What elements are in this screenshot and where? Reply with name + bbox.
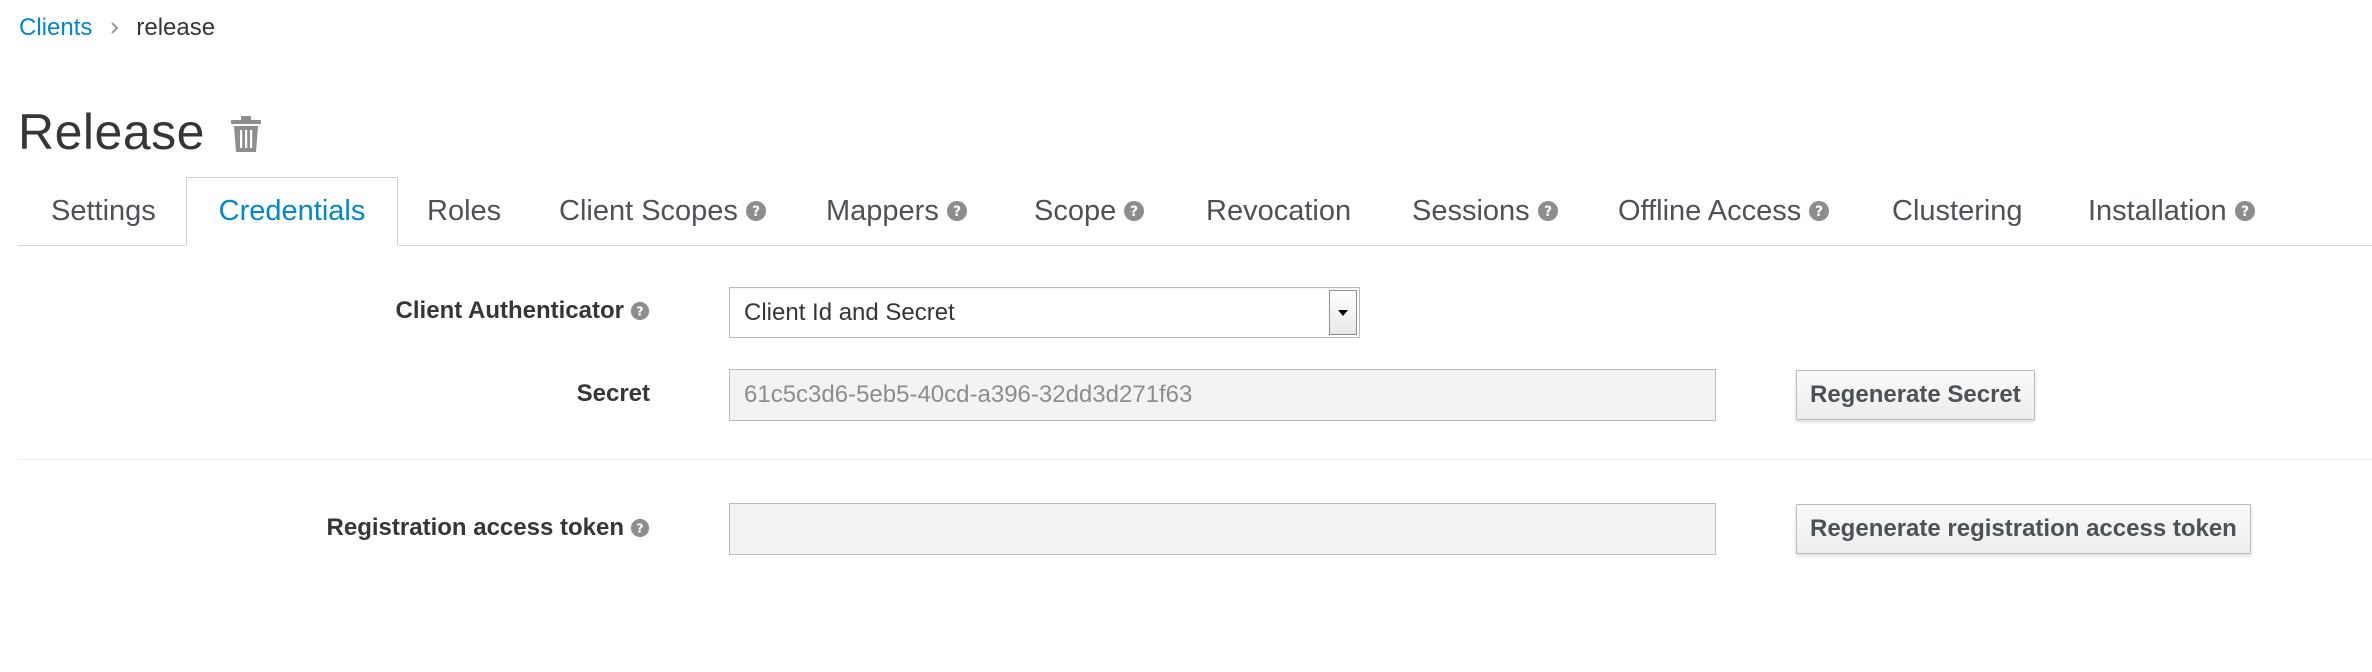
tab-bar: Settings Credentials Roles Client Scopes… bbox=[18, 177, 2372, 246]
question-circle-icon[interactable]: ? bbox=[1808, 200, 1830, 222]
trash-icon[interactable] bbox=[230, 115, 261, 153]
regenerate-secret-label: Regenerate Secret bbox=[1810, 381, 2021, 408]
tab-label: Mappers bbox=[826, 194, 939, 227]
tab-client-scopes[interactable]: Client Scopes ? bbox=[559, 177, 767, 245]
chevron-right-icon bbox=[110, 21, 120, 35]
tab-label: Roles bbox=[427, 194, 502, 227]
tab-settings[interactable]: Settings bbox=[51, 177, 156, 245]
client-authenticator-label-text: Client Authenticator bbox=[395, 297, 624, 324]
tab-installation[interactable]: Installation ? bbox=[2088, 177, 2256, 245]
question-circle-icon[interactable]: ? bbox=[946, 200, 968, 222]
svg-text:?: ? bbox=[752, 204, 760, 220]
secret-input[interactable]: 61c5c3d6-5eb5-40cd-a396-32dd3d271f63 bbox=[729, 369, 1716, 421]
breadcrumb-current: release bbox=[136, 14, 216, 41]
page-title: Release bbox=[18, 104, 205, 160]
client-authenticator-label: Client Authenticator ? bbox=[396, 297, 650, 325]
tab-roles[interactable]: Roles bbox=[427, 177, 501, 245]
registration-access-token-label: Registration access token ? bbox=[327, 514, 650, 542]
regenerate-secret-button[interactable]: Regenerate Secret bbox=[1796, 370, 2035, 420]
svg-text:?: ? bbox=[953, 204, 961, 220]
question-circle-icon[interactable]: ? bbox=[1123, 200, 1145, 222]
tab-label: Revocation bbox=[1206, 194, 1352, 227]
tab-sessions[interactable]: Sessions ? bbox=[1412, 177, 1559, 245]
svg-text:?: ? bbox=[636, 304, 643, 319]
page-header: Release bbox=[18, 100, 261, 164]
question-circle-icon[interactable]: ? bbox=[2234, 200, 2256, 222]
question-circle-icon[interactable]: ? bbox=[630, 301, 650, 321]
tab-label: Credentials bbox=[218, 195, 366, 227]
svg-text:?: ? bbox=[1815, 204, 1823, 220]
question-circle-icon[interactable]: ? bbox=[630, 518, 650, 538]
tab-mappers[interactable]: Mappers ? bbox=[826, 177, 968, 245]
secret-label: Secret bbox=[577, 380, 650, 408]
tab-label: Scope bbox=[1034, 194, 1117, 227]
client-authenticator-select[interactable]: Client Id and Secret bbox=[729, 287, 1360, 338]
svg-text:?: ? bbox=[2241, 204, 2249, 220]
tab-credentials[interactable]: Credentials bbox=[186, 177, 398, 246]
tab-offline-access[interactable]: Offline Access ? bbox=[1618, 177, 1830, 245]
svg-text:?: ? bbox=[1130, 204, 1138, 220]
regenerate-registration-access-token-label: Regenerate registration access token bbox=[1810, 515, 2237, 542]
registration-access-token-label-text: Registration access token bbox=[326, 514, 624, 541]
tab-scope[interactable]: Scope ? bbox=[1034, 177, 1145, 245]
secret-value: 61c5c3d6-5eb5-40cd-a396-32dd3d271f63 bbox=[744, 381, 1193, 408]
tab-label: Offline Access bbox=[1618, 194, 1802, 227]
tab-label: Sessions bbox=[1412, 194, 1530, 227]
caret-down-icon[interactable] bbox=[1329, 290, 1357, 335]
regenerate-registration-access-token-button[interactable]: Regenerate registration access token bbox=[1796, 504, 2251, 554]
registration-access-token-input[interactable] bbox=[729, 503, 1716, 555]
tab-label: Installation bbox=[2088, 194, 2227, 227]
tab-label: Client Scopes bbox=[559, 194, 738, 227]
tab-revocation[interactable]: Revocation bbox=[1206, 177, 1351, 245]
svg-text:?: ? bbox=[636, 521, 643, 536]
section-divider bbox=[18, 459, 2372, 460]
tab-label: Clustering bbox=[1892, 194, 2023, 227]
tab-clustering[interactable]: Clustering bbox=[1892, 177, 2023, 245]
question-circle-icon[interactable]: ? bbox=[1537, 200, 1559, 222]
secret-label-text: Secret bbox=[576, 380, 650, 407]
svg-text:?: ? bbox=[1544, 204, 1552, 220]
breadcrumb: Clients release bbox=[19, 10, 215, 46]
client-authenticator-selected-value: Client Id and Secret bbox=[744, 298, 955, 326]
tab-label: Settings bbox=[51, 194, 156, 227]
question-circle-icon[interactable]: ? bbox=[745, 200, 767, 222]
breadcrumb-link-clients[interactable]: Clients bbox=[19, 14, 92, 42]
